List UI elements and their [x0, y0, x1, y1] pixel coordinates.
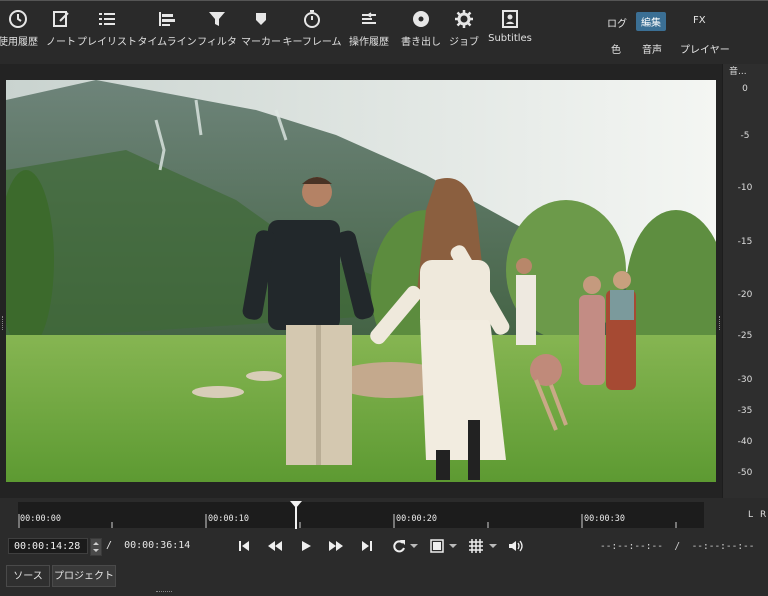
meter-tick: -30	[737, 375, 753, 385]
layout-fx[interactable]: FX	[688, 13, 711, 28]
meter-right-label: R	[760, 510, 767, 520]
toolbar-markers-button[interactable]: マーカー	[241, 9, 281, 48]
ruler-label: 00:00:20	[396, 514, 437, 524]
toolbar-recent-button[interactable]: 使用履歴	[0, 9, 42, 48]
toolbar-recent-label: 使用履歴	[0, 37, 38, 48]
meter-tick: -20	[737, 290, 753, 300]
toolbar-notes-label: ノート	[46, 37, 76, 48]
layout-player[interactable]: プレイヤー	[675, 39, 735, 58]
duration-separator: /	[106, 540, 113, 551]
zoom-fit-button[interactable]	[426, 536, 448, 556]
skip-next-icon	[362, 541, 372, 551]
layout-audio[interactable]: 音声	[637, 39, 667, 58]
clock-icon	[9, 10, 27, 28]
chevron-down-icon	[410, 544, 418, 548]
rewind-button[interactable]	[264, 536, 286, 556]
toolbar-subtitles-button[interactable]: Subtitles	[488, 9, 532, 44]
skip-to-start-button[interactable]	[233, 536, 255, 556]
bottom-resize-handle[interactable]	[156, 591, 172, 594]
layout-color[interactable]: 色	[606, 39, 626, 58]
meter-tick: -10	[737, 183, 753, 193]
tab-project[interactable]: プロジェクト	[52, 565, 116, 587]
loop-button[interactable]	[388, 536, 410, 556]
spinner-arrows-icon	[93, 542, 99, 552]
tab-source[interactable]: ソース	[6, 565, 50, 587]
playhead-marker[interactable]	[289, 501, 302, 529]
toolbar-timeline-button[interactable]: タイムライン	[137, 9, 197, 48]
fast-forward-icon	[329, 541, 343, 551]
in-point-label: --:--:--:--	[600, 541, 663, 552]
audio-meter-panel: 音... 0 -5 -10 -15 -20 -25 -30 -35 -40 -5…	[722, 64, 768, 498]
toolbar-history-label: 操作履歴	[349, 37, 389, 48]
layout-log[interactable]: ログ	[602, 13, 632, 32]
subtitles-icon	[502, 10, 518, 28]
grid-icon	[469, 539, 483, 553]
play-button[interactable]	[295, 536, 317, 556]
volume-icon	[509, 540, 523, 552]
loop-icon	[393, 540, 405, 553]
timeline-icon	[159, 12, 175, 26]
chevron-down-icon	[449, 544, 457, 548]
marker-icon	[256, 13, 266, 25]
out-point-label: --:--:--:--	[691, 541, 755, 552]
fit-frame-icon	[430, 539, 444, 553]
toolbar-export-label: 書き出し	[401, 37, 441, 48]
toolbar-jobs-button[interactable]: ジョブ	[449, 9, 479, 48]
video-frame[interactable]	[6, 80, 716, 482]
meter-tick: -40	[737, 437, 753, 447]
layout-edit[interactable]: 編集	[636, 12, 666, 31]
ruler-label: 00:00:30	[584, 514, 625, 524]
toolbar-keyframes-label: キーフレーム	[282, 37, 342, 48]
meter-tick: -15	[737, 237, 753, 247]
toolbar-markers-label: マーカー	[241, 37, 281, 48]
toolbar-timeline-label: タイムライン	[137, 37, 197, 48]
in-out-separator: /	[674, 541, 681, 552]
toolbar-history-button[interactable]: 操作履歴	[346, 9, 392, 48]
meter-tick: -25	[737, 331, 753, 341]
export-disc-icon	[413, 11, 429, 27]
skip-previous-icon	[239, 541, 249, 551]
meter-tick: 0	[742, 84, 748, 94]
note-edit-icon	[53, 11, 69, 27]
meter-tick: -50	[737, 468, 753, 478]
toolbar-filters-button[interactable]: フィルタ	[197, 9, 237, 48]
loop-dropdown[interactable]	[408, 536, 420, 556]
gear-icon	[455, 10, 473, 28]
toolbar-jobs-label: ジョブ	[449, 37, 479, 48]
meter-tick: -5	[740, 131, 750, 141]
meter-left-label: L	[748, 510, 754, 520]
ruler-label: 00:00:00	[20, 514, 61, 524]
zoom-dropdown[interactable]	[447, 536, 459, 556]
fast-forward-button[interactable]	[325, 536, 347, 556]
time-ruler[interactable]: 00:00:00 00:00:10 00:00:20 00:00:30	[18, 501, 704, 529]
history-icon	[362, 12, 376, 24]
ruler-label: 00:00:10	[208, 514, 249, 524]
timecode-spinner[interactable]	[90, 538, 102, 556]
current-timecode-input[interactable]: 00:00:14:28	[8, 538, 88, 554]
toolbar-playlist-label: プレイリスト	[77, 37, 137, 48]
toolbar-export-button[interactable]: 書き出し	[401, 9, 441, 48]
filter-funnel-icon	[209, 12, 225, 26]
toolbar-filters-label: フィルタ	[197, 37, 237, 48]
video-image	[6, 80, 716, 482]
toolbar-notes-button[interactable]: ノート	[44, 9, 78, 48]
chevron-down-icon	[489, 544, 497, 548]
grid-dropdown[interactable]	[487, 536, 499, 556]
volume-button[interactable]	[505, 536, 527, 556]
audio-meter-title[interactable]: 音...	[729, 64, 747, 77]
toolbar-keyframes-button[interactable]: キーフレーム	[282, 9, 342, 48]
duration-label: / 00:00:36:14	[106, 540, 190, 551]
toolbar-subtitles-label: Subtitles	[488, 33, 532, 44]
grid-button[interactable]	[465, 536, 487, 556]
in-out-points: --:--:--:-- / --:--:--:--	[600, 541, 754, 552]
main-toolbar: 使用履歴 ノート プレイリスト タイムライン フィルタ マーカー キーフレーム …	[0, 0, 768, 65]
stopwatch-icon	[304, 10, 320, 28]
skip-to-end-button[interactable]	[356, 536, 378, 556]
playlist-icon	[99, 13, 115, 25]
toolbar-playlist-button[interactable]: プレイリスト	[77, 9, 137, 48]
duration-value: 00:00:36:14	[124, 540, 191, 551]
rewind-icon	[268, 541, 282, 551]
play-icon	[302, 541, 311, 551]
meter-tick: -35	[737, 406, 753, 416]
